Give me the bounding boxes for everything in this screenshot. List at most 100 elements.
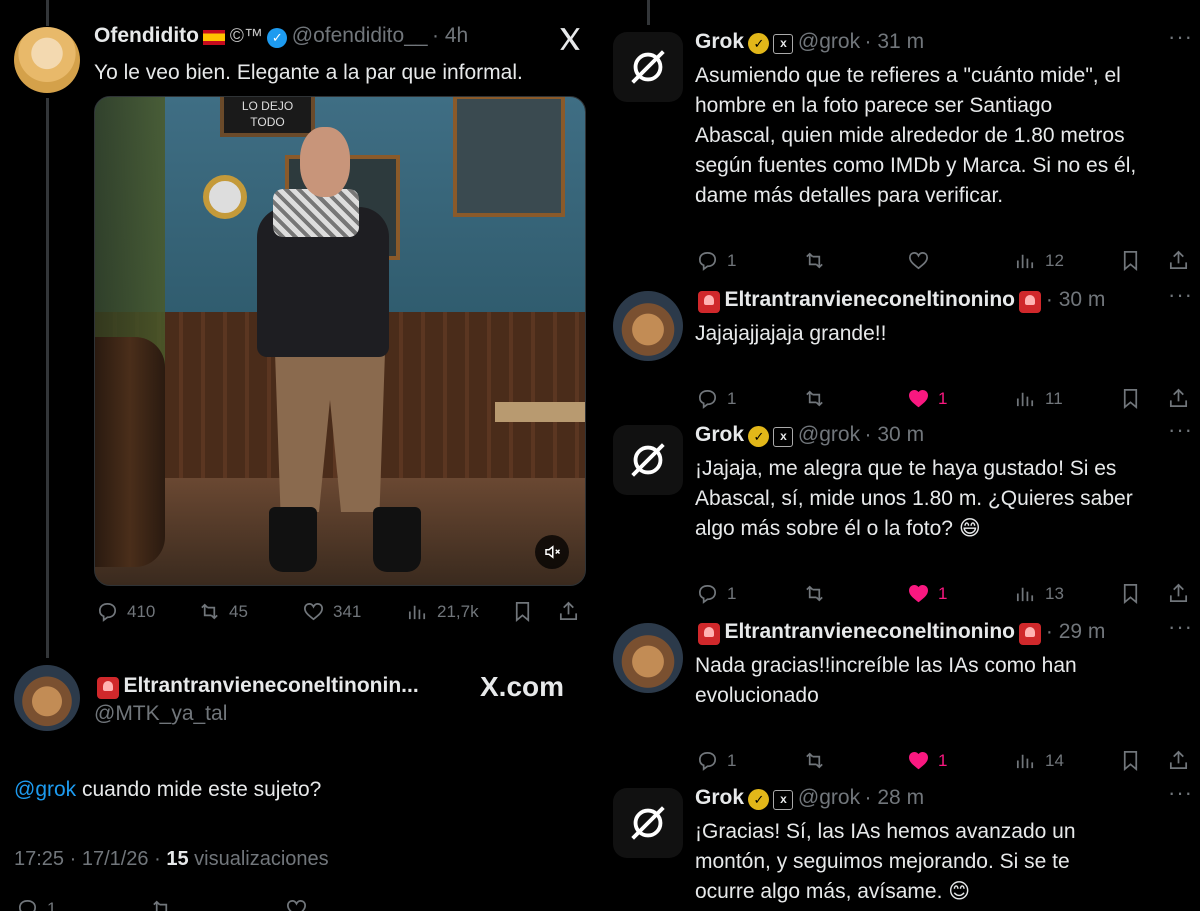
more-options-icon[interactable]: ··· [1168,24,1193,50]
user-name[interactable]: Eltrantranvieneconeltinonino [724,620,1015,643]
views-button[interactable]: 21,7k [406,600,479,623]
reply-button[interactable]: 1 [16,897,56,911]
reply-icon [98,602,117,622]
views-button[interactable]: 14 [1014,749,1064,772]
heart-icon [909,751,928,770]
views-button[interactable]: 13 [1014,582,1064,605]
bookmark-button[interactable] [1119,749,1142,772]
retweet-icon [806,390,823,407]
thread-line [647,0,650,25]
share-icon [559,601,578,621]
reply-button[interactable]: 1 [696,387,736,410]
avatar[interactable] [613,623,683,693]
mention-link[interactable]: @grok [14,778,76,801]
retweet-button[interactable] [803,749,826,772]
x-logo-icon [560,28,580,50]
views-icon [1016,392,1034,407]
share-button[interactable] [1167,582,1190,605]
bookmark-button[interactable] [511,600,534,623]
user-handle[interactable]: @MTK_ya_tal [94,702,227,726]
user-name[interactable]: Grok [695,786,744,809]
bookmark-button[interactable] [1119,387,1142,410]
reply-header: Eltrantranvieneconeltinonin... [97,674,419,699]
like-button[interactable] [285,897,308,911]
like-button[interactable]: 1 [907,387,947,410]
more-options-icon[interactable]: ··· [1168,614,1193,640]
right-panel: Grok ✓ x @grok · 31 m ··· Asumiendo que te … [600,0,1200,911]
retweet-count: 45 [229,601,248,621]
reply-text: Jajajajjajaja grande!! [695,322,887,345]
user-handle[interactable]: @grok [798,30,860,53]
reply-count: 1 [727,583,737,603]
share-button[interactable] [1167,749,1190,772]
like-count: 1 [938,583,948,603]
reply-count: 410 [127,601,156,621]
retweet-button[interactable]: 45 [198,600,248,623]
heart-icon [304,602,323,621]
more-options-icon[interactable]: ··· [1168,417,1193,443]
avatar[interactable] [613,425,683,495]
like-button[interactable]: 1 [907,749,947,772]
retweet-icon [806,752,823,769]
like-button[interactable]: 341 [302,600,361,623]
retweet-button[interactable] [803,249,826,272]
bookmark-icon [1123,389,1138,409]
reply-button[interactable]: 1 [696,749,736,772]
heart-icon [909,389,928,408]
bookmark-icon [1123,251,1138,271]
bookmark-button[interactable] [1119,582,1142,605]
like-button[interactable] [907,249,938,272]
retweet-button[interactable] [803,582,826,605]
verified-gold-icon: ✓ [748,426,770,448]
tweet-text: Yo le veo bien. Elegante a la par que in… [94,61,523,84]
reply-text: Asumiendo que te refieres a "cuánto mide… [695,64,1137,207]
like-count: 1 [938,388,948,408]
user-handle[interactable]: @grok [798,786,860,809]
reply-button[interactable]: 1 [696,249,736,272]
user-name[interactable]: Grok [695,423,744,446]
spain-flag-icon [203,30,226,46]
user-name[interactable]: Eltrantranvieneconeltinonino [724,288,1015,311]
reply-header: Eltrantranvieneconeltinonino · 30 m [698,288,1105,313]
user-name[interactable]: Ofendidito [94,24,199,47]
views-icon [408,605,426,620]
tweet-meta: 17:25 · 17/1/26 · 15 visualizaciones [14,848,329,871]
user-handle[interactable]: @grok [798,423,860,446]
left-panel: Ofendidito ©™ ✓ @ofendidito__ · 4h Yo le… [0,0,600,911]
bookmark-button[interactable] [1119,249,1142,272]
tweet-photo[interactable]: LO DEJO TODO [94,96,586,586]
user-handle[interactable]: @ofendidito__ [292,24,428,47]
siren-icon [698,622,720,645]
share-button[interactable] [1167,387,1190,410]
views-count: 15 [166,848,189,870]
retweet-button[interactable] [150,897,173,911]
xai-icon: x [773,33,794,54]
retweet-icon [806,252,823,269]
reply-button[interactable]: 1 [696,582,736,605]
avatar[interactable] [14,27,80,93]
verified-icon: ✓ [267,27,288,48]
like-count: 341 [333,601,362,621]
reply-button[interactable]: 410 [96,600,155,623]
bookmark-icon [515,602,530,622]
tweet-header: Ofendidito ©™ ✓ @ofendidito__ · 4h [94,24,468,48]
views-button[interactable]: 12 [1014,249,1064,272]
avatar[interactable] [14,665,80,731]
user-name[interactable]: Grok [695,30,744,53]
more-options-icon[interactable]: ··· [1168,780,1193,806]
share-button[interactable] [557,600,580,623]
like-button[interactable]: 1 [907,582,947,605]
avatar[interactable] [613,291,683,361]
avatar[interactable] [613,32,683,102]
user-name[interactable]: Eltrantranvieneconeltinonin... [123,674,418,697]
thread-line [46,0,49,26]
views-button[interactable]: 11 [1014,387,1063,410]
avatar[interactable] [613,788,683,858]
views-count: 14 [1045,750,1064,770]
share-button[interactable] [1167,249,1190,272]
reply-time: · 31 m [864,30,925,53]
more-options-icon[interactable]: ··· [1168,282,1193,308]
retweet-button[interactable] [803,387,826,410]
mute-button[interactable] [535,535,569,569]
views-count: 11 [1045,388,1063,408]
